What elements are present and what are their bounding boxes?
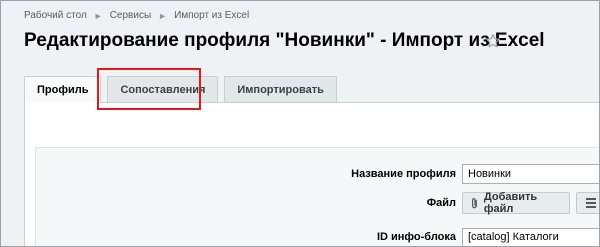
star-icon[interactable]: [485, 33, 501, 49]
menu-icon: [586, 202, 596, 204]
breadcrumb: Рабочий стол ► Сервисы ► Импорт из Excel: [24, 10, 249, 21]
add-file-label: Добавить файл: [483, 191, 538, 215]
breadcrumb-item-services[interactable]: Сервисы: [110, 10, 151, 21]
breadcrumb-item-excel-import[interactable]: Импорт из Excel: [174, 10, 249, 21]
paperclip-icon: [472, 197, 477, 208]
tab-mappings[interactable]: Сопоставления: [107, 76, 219, 102]
tab-import[interactable]: Импортировать: [224, 76, 337, 102]
tab-bar: Профиль Сопоставления Импортировать: [24, 76, 339, 103]
menu-icon: [586, 206, 596, 208]
menu-button[interactable]: [576, 192, 600, 214]
breadcrumb-item-desktop[interactable]: Рабочий стол: [24, 10, 87, 21]
page-title: Редактирование профиля "Новинки" - Импор…: [24, 30, 545, 51]
add-file-button[interactable]: Добавить файл: [462, 191, 570, 215]
breadcrumb-separator-icon: ►: [93, 10, 103, 21]
iblock-select[interactable]: [catalog] Каталоги: [462, 228, 600, 247]
profile-name-input[interactable]: [462, 164, 600, 184]
tab-profile[interactable]: Профиль: [24, 76, 102, 103]
iblock-id-label: ID инфо-блока: [376, 231, 456, 243]
profile-name-label: Название профиля: [351, 168, 456, 180]
breadcrumb-separator-icon: ►: [158, 10, 168, 21]
file-label: Файл: [426, 197, 456, 209]
menu-icon: [586, 198, 596, 200]
